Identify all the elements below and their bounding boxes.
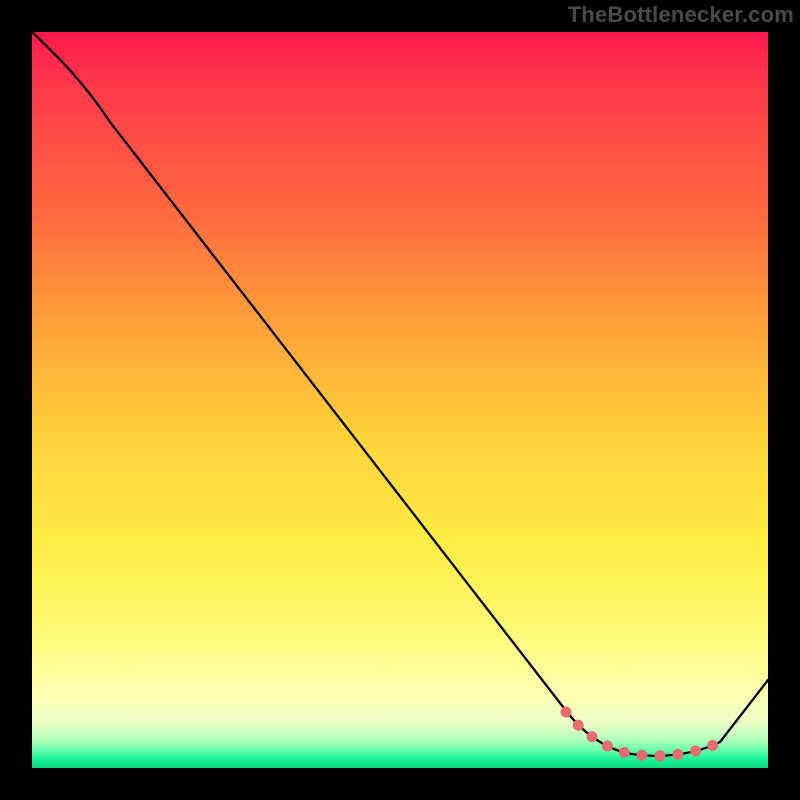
- chart-frame: TheBottlenecker.com: [0, 0, 800, 800]
- chart-svg: [32, 32, 768, 768]
- curve-line: [32, 32, 768, 756]
- highlight-dots: [566, 712, 718, 756]
- watermark-text: TheBottlenecker.com: [568, 2, 794, 28]
- plot-area: [32, 32, 768, 768]
